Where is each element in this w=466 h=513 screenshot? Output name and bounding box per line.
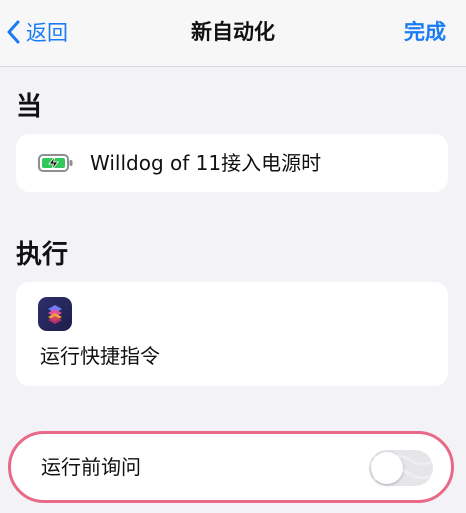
charging-battery-icon [38, 154, 73, 172]
done-button[interactable]: 完成 [404, 14, 446, 50]
trigger-card[interactable]: Willdog of 11接入电源时 [16, 134, 448, 192]
do-section-title: 执行 [16, 240, 69, 270]
shortcuts-app-icon [38, 297, 72, 331]
watermark-logo [349, 452, 435, 484]
when-section-title: 当 [16, 92, 43, 122]
navigation-bar: 返回 新自动化 完成 [0, 0, 466, 67]
action-label: 运行快捷指令 [40, 344, 160, 368]
ask-before-running-label: 运行前询问 [41, 455, 141, 479]
page-title: 新自动化 [191, 20, 275, 44]
action-card[interactable]: 运行快捷指令 [16, 282, 448, 386]
trigger-label: Willdog of 11接入电源时 [90, 151, 322, 175]
